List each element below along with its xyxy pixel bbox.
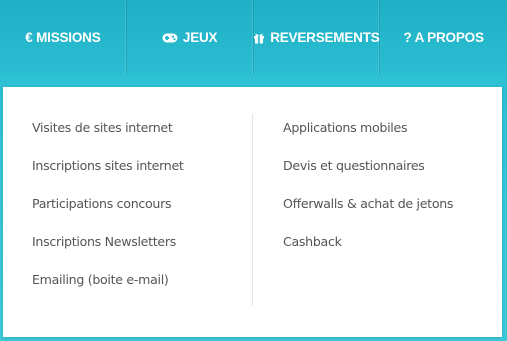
missions-dropdown-panel: Visites de sites internet Inscriptions s…: [3, 87, 502, 337]
nav-label-jeux: JEUX: [182, 30, 218, 45]
dropdown-right-column: Applications mobiles Devis et questionna…: [283, 120, 453, 272]
menu-item-participations-concours[interactable]: Participations concours: [32, 196, 184, 234]
column-divider: [252, 114, 253, 306]
gamepad-icon: [162, 33, 178, 43]
menu-item-emailing[interactable]: Emailing (boite e-mail): [32, 272, 184, 310]
main-nav: € MISSIONS JEUX REVERSEMENTS ? A PROPOS: [0, 0, 507, 75]
nav-item-jeux[interactable]: JEUX: [127, 0, 254, 75]
menu-item-devis-questionnaires[interactable]: Devis et questionnaires: [283, 158, 453, 196]
menu-item-applications-mobiles[interactable]: Applications mobiles: [283, 120, 453, 158]
nav-item-missions[interactable]: € MISSIONS: [0, 0, 127, 75]
nav-label-reversements: REVERSEMENTS: [270, 30, 380, 45]
nav-label-a-propos: ? A PROPOS: [403, 30, 484, 45]
menu-item-inscriptions-sites[interactable]: Inscriptions sites internet: [32, 158, 184, 196]
nav-underline-band: [0, 75, 507, 87]
dropdown-left-column: Visites de sites internet Inscriptions s…: [32, 120, 184, 310]
menu-item-inscriptions-newsletters[interactable]: Inscriptions Newsletters: [32, 234, 184, 272]
menu-item-offerwalls[interactable]: Offerwalls & achat de jetons: [283, 196, 453, 234]
nav-item-a-propos[interactable]: ? A PROPOS: [380, 0, 507, 75]
menu-item-visites-sites[interactable]: Visites de sites internet: [32, 120, 184, 158]
gift-icon: [253, 32, 265, 44]
nav-label-missions: € MISSIONS: [25, 30, 101, 45]
nav-item-reversements[interactable]: REVERSEMENTS: [254, 0, 381, 75]
menu-item-cashback[interactable]: Cashback: [283, 234, 453, 272]
